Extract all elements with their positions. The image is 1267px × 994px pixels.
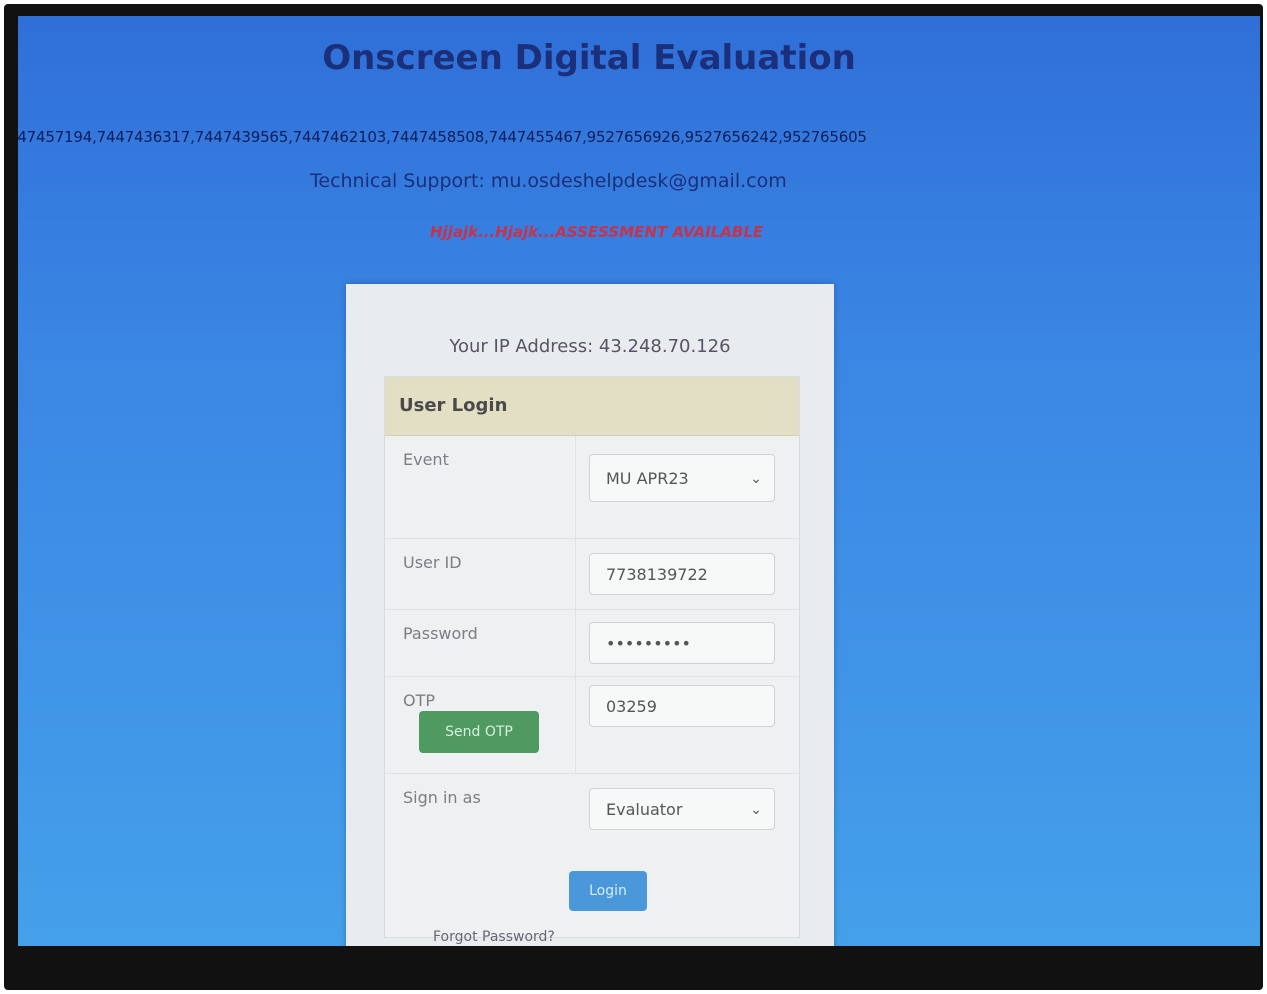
forgot-password-link[interactable]: Forgot Password? xyxy=(433,929,555,945)
login-button[interactable]: Login xyxy=(569,871,647,911)
signin-select-value: Evaluator xyxy=(606,800,683,819)
password-label: Password xyxy=(403,624,478,643)
row-divider xyxy=(575,539,576,609)
support-email[interactable]: mu.osdeshelpdesk@gmail.com xyxy=(491,170,787,192)
event-label: Event xyxy=(403,450,449,469)
chevron-down-icon: ⌄ xyxy=(750,802,762,818)
password-row: Password ••••••••• xyxy=(385,610,799,677)
row-divider xyxy=(575,677,576,773)
login-card: Your IP Address: 43.248.70.126 User Logi… xyxy=(346,284,834,946)
otp-input[interactable]: 03259 xyxy=(589,685,775,727)
event-select[interactable]: MU APR23 ⌄ xyxy=(589,454,775,502)
announcement-marquee: Hjjajk...Hjajk...ASSESSMENT AVAILABLE xyxy=(430,223,764,241)
row-divider xyxy=(575,610,576,676)
user-login-panel: User Login Event MU APR23 ⌄ User ID 7738… xyxy=(384,376,800,945)
chevron-down-icon: ⌄ xyxy=(750,471,762,487)
userid-row: User ID 7738139722 xyxy=(385,539,799,610)
page-title: Onscreen Digital Evaluation xyxy=(322,38,856,78)
monitor-frame: Onscreen Digital Evaluation 447457194,74… xyxy=(4,4,1263,990)
password-input[interactable]: ••••••••• xyxy=(589,622,775,664)
userid-label: User ID xyxy=(403,553,462,572)
otp-row: OTP Send OTP 03259 xyxy=(385,677,799,774)
signin-label: Sign in as xyxy=(403,788,481,807)
signin-row: Sign in as Evaluator ⌄ xyxy=(385,774,799,844)
screen: Onscreen Digital Evaluation 447457194,74… xyxy=(18,16,1260,946)
signin-select[interactable]: Evaluator ⌄ xyxy=(589,788,775,830)
support-label: Technical Support: xyxy=(310,170,485,192)
row-divider xyxy=(575,436,576,538)
panel-title: User Login xyxy=(385,377,799,436)
otp-label: OTP xyxy=(403,691,436,710)
send-otp-button[interactable]: Send OTP xyxy=(419,711,539,753)
helpline-numbers: 447457194,7447436317,7447439565,74474621… xyxy=(18,128,867,146)
technical-support: Technical Support: mu.osdeshelpdesk@gmai… xyxy=(310,170,787,192)
event-select-value: MU APR23 xyxy=(606,469,689,488)
userid-input[interactable]: 7738139722 xyxy=(589,553,775,595)
event-row: Event MU APR23 ⌄ xyxy=(385,436,799,539)
ip-address-text: Your IP Address: 43.248.70.126 xyxy=(449,336,731,357)
